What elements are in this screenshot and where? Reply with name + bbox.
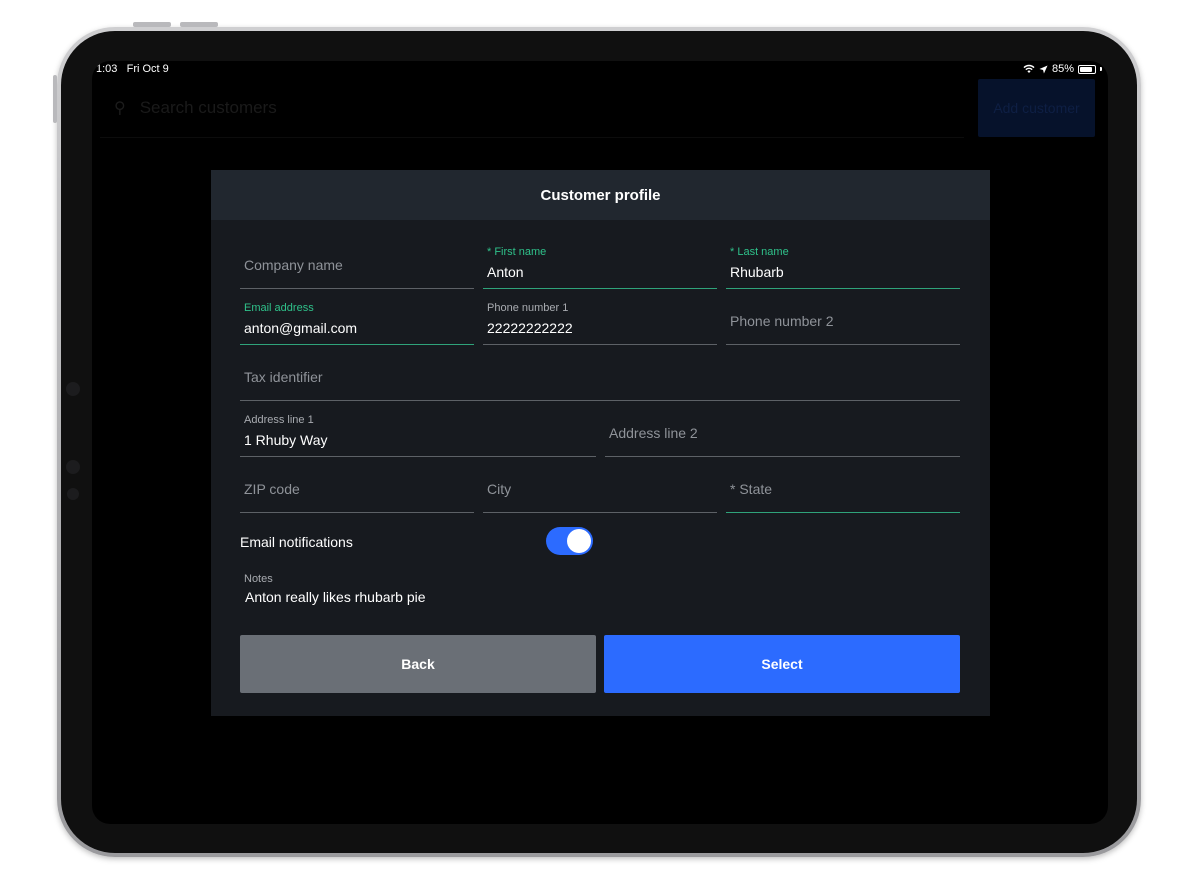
- state-placeholder: * State: [730, 481, 773, 497]
- wifi-icon: [1023, 64, 1035, 73]
- email-value: anton@gmail.com: [244, 320, 358, 336]
- phone-number-2-field[interactable]: Phone number 2: [726, 294, 960, 345]
- modal-header: Customer profile: [211, 170, 990, 220]
- address-line-2-placeholder: Address line 2: [609, 425, 698, 441]
- status-indicators: 85%: [1023, 63, 1102, 75]
- camera-dot: [67, 488, 79, 500]
- phone-number-2-placeholder: Phone number 2: [730, 313, 834, 329]
- modal-title: Customer profile: [540, 186, 661, 204]
- search-placeholder: Search customers: [139, 98, 277, 117]
- camera-dot: [66, 460, 80, 474]
- notes-value: Anton really likes rhubarb pie: [245, 589, 426, 605]
- battery-percent: 85%: [1051, 63, 1074, 75]
- last-name-value: Rhubarb: [730, 264, 784, 280]
- battery-fill: [1080, 66, 1092, 72]
- toggle-knob: [567, 529, 591, 553]
- state-field[interactable]: * State: [726, 462, 960, 513]
- email-notifications-toggle[interactable]: [546, 527, 593, 555]
- top-button: [180, 22, 218, 27]
- device-screen: 1:03 Fri Oct 9 85% ⚲ Search customers Ad…: [92, 61, 1108, 824]
- phone-number-1-value: 22222222222: [487, 320, 573, 336]
- email-field[interactable]: Email address anton@gmail.com: [240, 294, 474, 345]
- email-notifications-label: Email notifications: [240, 534, 353, 550]
- company-name-field[interactable]: Company name: [240, 238, 474, 289]
- notes-label: Notes: [244, 573, 273, 585]
- last-name-label: * Last name: [730, 246, 789, 258]
- city-field[interactable]: City: [483, 462, 717, 513]
- battery-icon: [1078, 64, 1096, 74]
- side-button: [53, 75, 57, 123]
- phone-number-1-field[interactable]: Phone number 1 22222222222: [483, 294, 717, 345]
- search-icon: ⚲: [114, 100, 126, 117]
- location-arrow-icon: [1039, 64, 1048, 74]
- first-name-value: Anton: [487, 264, 524, 280]
- customer-profile-modal: Customer profile Company name * First na…: [211, 170, 990, 716]
- first-name-field[interactable]: * First name Anton: [483, 238, 717, 289]
- tax-identifier-placeholder: Tax identifier: [244, 369, 323, 385]
- select-button[interactable]: Select: [604, 635, 960, 693]
- status-bar: 1:03 Fri Oct 9 85%: [92, 61, 1108, 79]
- top-button: [133, 22, 171, 27]
- last-name-field[interactable]: * Last name Rhubarb: [726, 238, 960, 289]
- zip-code-field[interactable]: ZIP code: [240, 462, 474, 513]
- address-line-2-field[interactable]: Address line 2: [605, 406, 960, 457]
- status-time: 1:03 Fri Oct 9: [96, 63, 169, 75]
- address-line-1-field[interactable]: Address line 1 1 Rhuby Way: [240, 406, 596, 457]
- first-name-label: * First name: [487, 246, 547, 258]
- customer-search-bar[interactable]: ⚲ Search customers: [100, 79, 964, 138]
- add-customer-button[interactable]: Add customer: [978, 79, 1095, 137]
- address-line-1-value: 1 Rhuby Way: [244, 432, 328, 448]
- city-placeholder: City: [487, 481, 512, 497]
- zip-code-placeholder: ZIP code: [244, 481, 300, 497]
- company-name-placeholder: Company name: [244, 257, 343, 273]
- address-line-1-label: Address line 1: [244, 414, 314, 426]
- tax-identifier-field[interactable]: Tax identifier: [240, 350, 960, 401]
- back-button[interactable]: Back: [240, 635, 596, 693]
- email-label: Email address: [244, 302, 314, 314]
- camera-dot: [66, 382, 80, 396]
- phone-number-1-label: Phone number 1: [487, 302, 569, 314]
- battery-cap: [1100, 67, 1102, 71]
